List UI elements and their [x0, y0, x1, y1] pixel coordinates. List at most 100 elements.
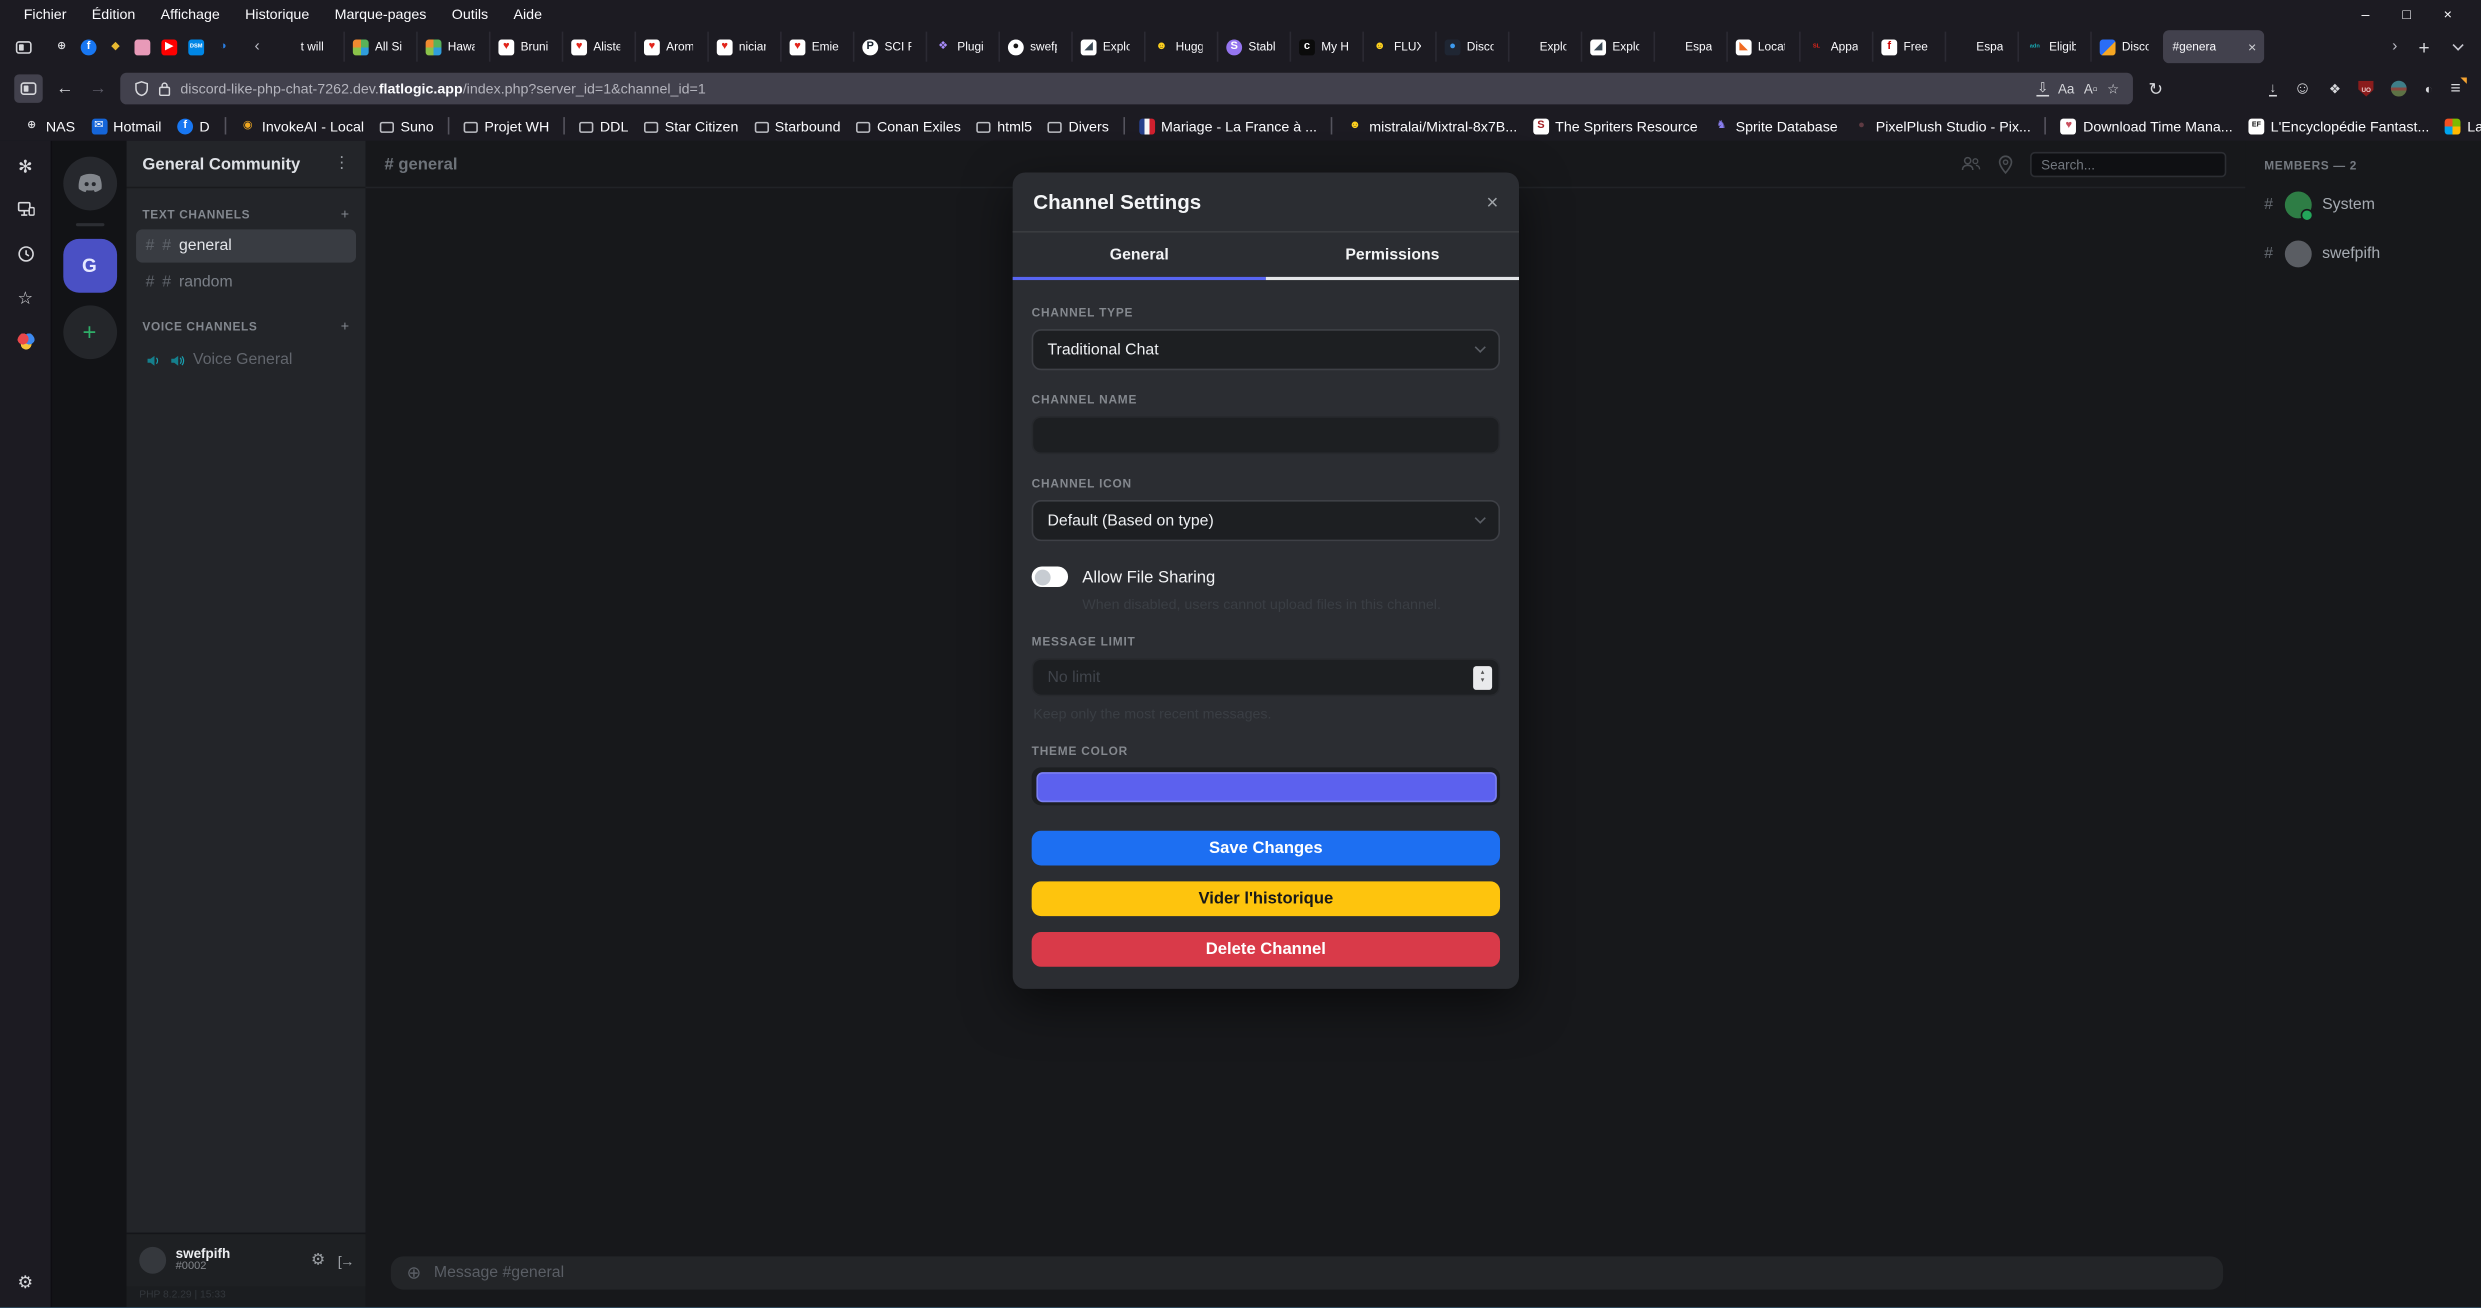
sidebar-toggle-icon[interactable] [14, 74, 42, 102]
bookmark-item[interactable]: Conan Exiles [848, 118, 968, 134]
bookmark-item[interactable]: ♞ Sprite Database [1706, 118, 1846, 134]
ai-chatbot-icon[interactable]: ✻ [18, 160, 33, 177]
search-input[interactable] [2030, 151, 2226, 176]
save-changes-button[interactable]: Save Changes [1032, 831, 1500, 866]
bookmark-item[interactable] [224, 117, 226, 134]
menu-item[interactable]: Outils [441, 4, 500, 23]
menu-item[interactable]: Marque-pages [324, 4, 438, 23]
bookmark-item[interactable]: f D [169, 118, 217, 134]
pinned-tab-icon[interactable]: f [81, 39, 97, 55]
browser-tab[interactable]: Hawai [416, 32, 489, 62]
bookmark-item[interactable]: ☻ mistralai/Mixtral-8x7B... [1339, 118, 1525, 134]
color-extension-icon[interactable]: ◐ [2425, 81, 2433, 97]
browser-tab[interactable]: ☻ Huggi [1144, 32, 1217, 62]
menu-item[interactable]: Édition [81, 4, 147, 23]
bookmark-item[interactable]: Star Citizen [636, 118, 746, 134]
message-limit-input[interactable] [1032, 658, 1500, 696]
add-text-channel-icon[interactable]: + [341, 206, 350, 222]
app-menu-icon[interactable]: ≡ [2450, 79, 2460, 98]
browser-tab[interactable]: Explor [1508, 32, 1581, 62]
theme-color-swatch[interactable] [1036, 771, 1496, 801]
browser-tab[interactable]: ♥ Bruni2 [489, 32, 562, 62]
forward-icon[interactable]: → [87, 79, 109, 98]
bookmark-item[interactable] [563, 117, 565, 134]
browser-tab[interactable]: ◢ Explor [1581, 32, 1654, 62]
bookmark-item[interactable]: ⊕ NAS [16, 118, 83, 134]
bookmark-item[interactable] [2045, 117, 2047, 134]
history-icon[interactable] [17, 245, 34, 267]
lock-icon[interactable] [158, 81, 171, 97]
tab-permissions[interactable]: Permissions [1266, 233, 1519, 280]
bookmark-item[interactable]: DDL [571, 118, 636, 134]
discord-home-icon[interactable] [63, 157, 117, 211]
number-spinner[interactable]: ▴ ▾ [1473, 665, 1492, 689]
browser-tab[interactable]: ♥ Emie0 [780, 32, 853, 62]
bookmark-item[interactable]: Mariage - La France à ... [1131, 118, 1325, 134]
pinned-tab-icon[interactable]: ◆ [108, 39, 124, 55]
browser-tab[interactable]: ● Discor [1435, 32, 1508, 62]
menu-item[interactable]: Historique [234, 4, 320, 23]
channel-item[interactable]: # # general [136, 229, 356, 262]
synced-tabs-icon[interactable] [17, 201, 34, 222]
server-icon-general-community[interactable]: G [63, 239, 117, 293]
close-button[interactable]: × [2427, 6, 2468, 22]
member-row[interactable]: # swefpifh [2264, 241, 2481, 268]
browser-tab[interactable]: Espace abo [1945, 32, 2018, 62]
logout-icon[interactable]: [→ [338, 1252, 353, 1268]
members-toggle-icon[interactable] [1960, 155, 1981, 172]
modal-close-icon[interactable]: × [1486, 190, 1498, 214]
tab-general[interactable]: General [1013, 233, 1266, 280]
browser-tab[interactable]: Espace clie [1654, 32, 1727, 62]
avatar-extension-icon[interactable] [2392, 81, 2408, 97]
back-icon[interactable]: ← [54, 79, 76, 98]
browser-tab[interactable]: t will [271, 32, 344, 62]
url-bar[interactable]: discord-like-php-chat-7262.dev.flatlogic… [120, 73, 2133, 105]
channel-type-select[interactable]: Traditional Chat [1032, 329, 1500, 370]
browser-tab[interactable]: ♥ Aromy [635, 32, 708, 62]
menu-item[interactable]: Aide [502, 4, 553, 23]
list-tabs-icon[interactable] [2443, 32, 2471, 60]
bookmark-item[interactable] [1331, 117, 1333, 134]
account-icon[interactable]: ☺ [2294, 79, 2312, 98]
new-tab-button[interactable]: + [2408, 36, 2440, 58]
bookmark-item[interactable]: Starbound [746, 118, 848, 134]
translate-page-icon[interactable]: A▫ [2084, 81, 2098, 97]
browser-tab[interactable]: P SCI RE [853, 32, 926, 62]
file-sharing-toggle[interactable] [1032, 566, 1068, 587]
theme-color-picker[interactable] [1032, 767, 1500, 805]
container-tabs-icon[interactable] [17, 332, 34, 349]
scroll-tabs-left-icon[interactable]: ‹ [247, 38, 268, 55]
browser-tab[interactable]: c My Ha [1290, 32, 1363, 62]
bookmarks-sidebar-icon[interactable]: ☆ [18, 291, 34, 308]
menu-item[interactable]: Fichier [13, 4, 78, 23]
delete-channel-button[interactable]: Delete Channel [1032, 932, 1500, 967]
bookmark-item[interactable]: ● PixelPlush Studio - Pix... [1846, 118, 2039, 134]
user-settings-gear-icon[interactable]: ⚙ [311, 1252, 325, 1269]
pinned-tab-icon[interactable]: ⊕ [54, 39, 70, 55]
bookmark-item[interactable] [1123, 117, 1125, 134]
browser-tab[interactable]: #genera × [2163, 30, 2264, 63]
sidebar-settings-gear-icon[interactable]: ⚙ [18, 1275, 34, 1292]
save-page-icon[interactable]: ⇩ [2037, 81, 2048, 97]
attach-plus-icon[interactable]: ⊕ [407, 1263, 422, 1284]
extensions-icon[interactable]: ❖ [2329, 80, 2341, 97]
browser-tab[interactable]: ◢ Explor [1071, 32, 1144, 62]
reload-icon[interactable]: ↻ [2145, 78, 2167, 99]
channel-item[interactable]: # # random [136, 266, 356, 299]
spinner-down-icon[interactable]: ▾ [1481, 677, 1485, 685]
bookmark-item[interactable]: ♥ Download Time Mana... [2053, 118, 2241, 134]
browser-tab[interactable]: SL Appar [1799, 32, 1872, 62]
shield-icon[interactable] [134, 81, 148, 97]
browser-tab[interactable]: ❖ Plugin [926, 32, 999, 62]
browser-tab[interactable]: S Stable [1217, 32, 1290, 62]
bookmark-item[interactable]: EF L'Encyclopédie Fantast... [2241, 118, 2438, 134]
ublock-extension-icon[interactable]: UO [2358, 81, 2374, 97]
minimize-button[interactable]: – [2345, 6, 2386, 22]
bookmark-item[interactable] [448, 117, 450, 134]
message-input[interactable]: ⊕ Message #general [391, 1256, 2223, 1289]
tab-close-icon[interactable]: × [2248, 39, 2256, 55]
clear-history-button[interactable]: Vider l'historique [1032, 881, 1500, 916]
bookmark-item[interactable]: Suno [372, 118, 442, 134]
browser-tab[interactable]: ♥ niciar [707, 32, 780, 62]
bookmark-star-icon[interactable]: ☆ [2107, 80, 2119, 97]
